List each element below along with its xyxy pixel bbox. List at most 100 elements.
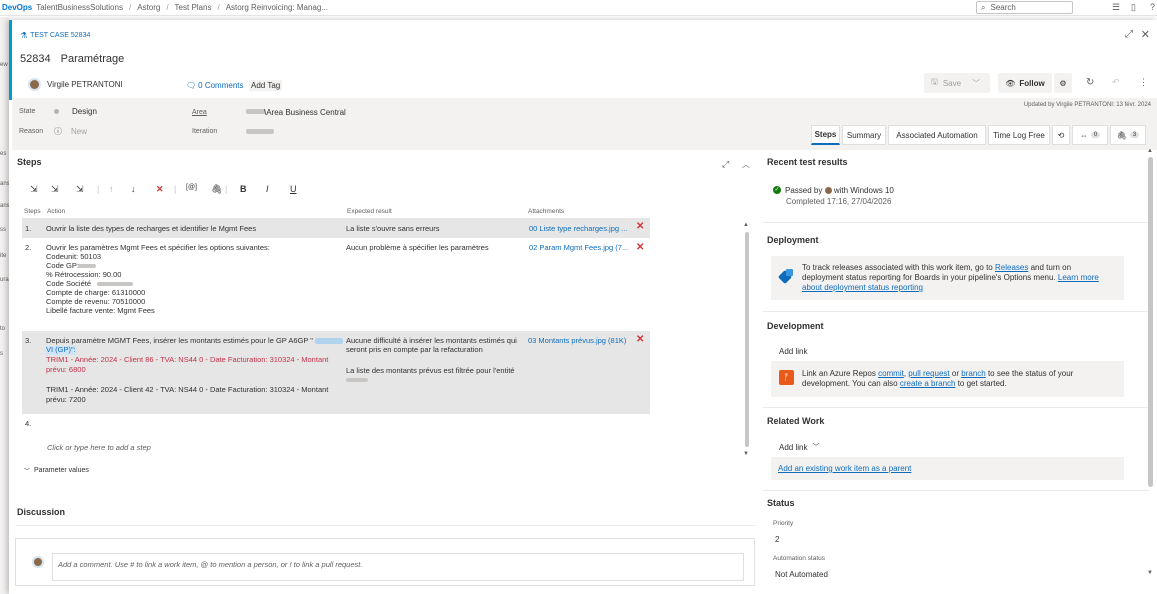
- breadcrumb-org[interactable]: TalentBusinessSolutions: [36, 3, 123, 12]
- attachment-icon[interactable]: 🖇: [211, 184, 222, 195]
- tab-associated-automation[interactable]: Associated Automation: [888, 125, 986, 145]
- breadcrumb-plan[interactable]: Astorg Reinvoicing: Manag...: [226, 3, 328, 12]
- move-up-icon[interactable]: ↑: [109, 184, 114, 194]
- breadcrumb-test-plans[interactable]: Test Plans: [175, 3, 212, 12]
- step-action-line[interactable]: VI (GP)":: [46, 345, 76, 355]
- undo-icon[interactable]: ↶: [1112, 77, 1120, 88]
- state-value[interactable]: Design: [72, 107, 97, 116]
- comments-link[interactable]: 🗨 0 Comments: [186, 81, 244, 90]
- italic-button[interactable]: I: [266, 184, 269, 194]
- history-icon[interactable]: ⟲: [1052, 125, 1070, 145]
- branch-link[interactable]: branch: [961, 369, 985, 378]
- automation-status-label: Automation status: [773, 555, 826, 562]
- search-input[interactable]: ⌕ Search: [976, 1, 1073, 14]
- underline-button[interactable]: U: [290, 184, 297, 194]
- work-item-type-label: ⚗ TEST CASE 52834: [20, 31, 91, 40]
- step-attachment-link[interactable]: 00 Liste type recharges.jpg ...: [529, 224, 627, 234]
- step-attachment-link[interactable]: 03 Montants prévus.jpg (81K): [528, 336, 626, 346]
- related-add-link[interactable]: Add link ﹀: [779, 442, 819, 452]
- priority-value[interactable]: 2: [775, 535, 779, 544]
- remove-attachment-icon[interactable]: ✕: [636, 221, 644, 232]
- development-add-link[interactable]: Add link: [779, 347, 807, 356]
- create-shared-steps-icon[interactable]: ⇲: [76, 184, 84, 195]
- brand-label[interactable]: DevOps: [2, 3, 32, 12]
- step-expected-line[interactable]: La liste des montants prévus est filtrée…: [346, 366, 515, 376]
- follow-button[interactable]: 👁 Follow: [998, 73, 1052, 93]
- passed-text[interactable]: Passed by with Windows 10: [785, 186, 894, 195]
- tab-time-log-free[interactable]: Time Log Free: [988, 125, 1050, 145]
- step-action-line[interactable]: TRIM1 - Année: 2024 - Client 86 - TVA: N…: [46, 355, 328, 365]
- parameter-icon[interactable]: [@]: [186, 184, 197, 191]
- comment-input[interactable]: Add a comment. Use # to link a work item…: [52, 553, 744, 581]
- clipboard-icon[interactable]: ▯: [1131, 2, 1136, 13]
- save-button[interactable]: 🖫 Save ﹀: [924, 73, 990, 93]
- insert-step-icon[interactable]: ⇲: [30, 184, 38, 195]
- settings-icon[interactable]: ⚙: [1054, 73, 1072, 93]
- list-settings-icon[interactable]: ☰: [1112, 2, 1120, 13]
- redacted-code-societe: [97, 282, 133, 286]
- links-count: 0: [1090, 132, 1101, 138]
- parameter-values-toggle[interactable]: ﹀ Parameter values: [24, 466, 89, 475]
- nav-fragment: to: [0, 326, 6, 332]
- remove-attachment-icon[interactable]: ✕: [636, 242, 644, 253]
- links-tab[interactable]: ⇔ 0: [1072, 125, 1108, 145]
- tab-steps[interactable]: Steps: [811, 125, 840, 145]
- tab-summary[interactable]: Summary: [842, 125, 886, 145]
- step-action-line[interactable]: TRIM1 - Année: 2024 - Client 42 - TVA: N…: [46, 385, 328, 395]
- expand-icon[interactable]: ⤢: [1125, 29, 1133, 40]
- scroll-down-icon[interactable]: ▼: [743, 451, 749, 457]
- bold-button[interactable]: B: [240, 184, 247, 194]
- step-number: 4.: [25, 419, 32, 428]
- scroll-down-icon[interactable]: ▼: [1147, 570, 1153, 576]
- remove-attachment-icon[interactable]: ✕: [636, 334, 644, 345]
- pull-request-link[interactable]: pull request: [908, 369, 949, 378]
- step-expected[interactable]: Aucun problème à spécifier les paramètre…: [346, 243, 489, 253]
- scroll-up-icon[interactable]: ▲: [1147, 148, 1153, 154]
- details-scrollbar[interactable]: [1148, 157, 1153, 487]
- automation-status-value[interactable]: Not Automated: [775, 570, 828, 579]
- chevron-up-icon[interactable]: ︿: [742, 159, 750, 170]
- add-parent-link[interactable]: Add an existing work item as a parent: [778, 464, 911, 473]
- step-action-line[interactable]: Depuis paramètre MGMT Fees, insérer les …: [46, 336, 313, 346]
- create-branch-link[interactable]: create a branch: [900, 379, 956, 388]
- close-icon[interactable]: ✕: [1141, 28, 1150, 41]
- move-down-icon[interactable]: ↓: [131, 184, 136, 194]
- scroll-up-icon[interactable]: ▲: [743, 222, 749, 228]
- work-item-title-text[interactable]: Paramétrage: [61, 53, 125, 65]
- chevron-down-icon: ﹀: [24, 469, 31, 475]
- status-title: Status: [767, 498, 795, 508]
- help-icon[interactable]: ?: [1150, 2, 1155, 12]
- breadcrumb-project[interactable]: Astorg: [137, 3, 160, 12]
- refresh-icon[interactable]: ↻: [1086, 77, 1094, 88]
- step-expected-line[interactable]: seront pris en compte par la refacturati…: [346, 345, 483, 355]
- redacted-area: [246, 109, 266, 114]
- step-action-line[interactable]: Libellé facture vente: Mgmt Fees: [46, 306, 155, 316]
- add-tag-button[interactable]: Add Tag: [249, 80, 283, 91]
- releases-link[interactable]: Releases: [995, 263, 1028, 272]
- about-deployment-link[interactable]: about deployment status reporting: [802, 283, 923, 292]
- chevron-down-icon: ﹀: [972, 78, 981, 88]
- commit-link[interactable]: commit: [878, 369, 904, 378]
- insert-shared-steps-icon[interactable]: ⇲: [51, 184, 59, 195]
- expand-section-icon[interactable]: ⤢: [722, 159, 729, 170]
- priority-label: Priority: [773, 520, 794, 527]
- step-action-line[interactable]: prévu: 7200: [46, 395, 86, 405]
- steps-scrollbar[interactable]: [745, 232, 749, 447]
- add-step-input[interactable]: Click or type here to add a step: [47, 443, 151, 453]
- iteration-value[interactable]: [246, 129, 274, 134]
- learn-more-link[interactable]: Learn more: [1058, 273, 1099, 282]
- area-value[interactable]: \Area Business Central: [264, 108, 346, 117]
- attachments-tab[interactable]: 🖇 3: [1110, 125, 1146, 145]
- step-expected[interactable]: La liste s'ouvre sans erreurs: [346, 224, 440, 234]
- updated-by-text[interactable]: Updated by Virgile PETRANTONI: 13 févr. …: [1024, 102, 1151, 108]
- reason-value[interactable]: New: [71, 127, 87, 136]
- nav-fragment: ss: [0, 227, 6, 233]
- step-action-line[interactable]: prévu: 6800: [46, 365, 86, 375]
- recent-results-title: Recent test results: [767, 157, 848, 167]
- step-action[interactable]: Ouvrir la liste des types de recharges e…: [46, 224, 256, 234]
- more-actions-icon[interactable]: ⋮: [1139, 77, 1148, 88]
- work-item-title[interactable]: 52834 Paramétrage: [20, 53, 124, 65]
- step-attachment-link[interactable]: 02 Param Mgmt Fees.jpg (7...: [529, 243, 628, 253]
- assignee-name[interactable]: Virgile PETRANTONI: [47, 80, 123, 89]
- delete-step-icon[interactable]: ✕: [156, 184, 164, 195]
